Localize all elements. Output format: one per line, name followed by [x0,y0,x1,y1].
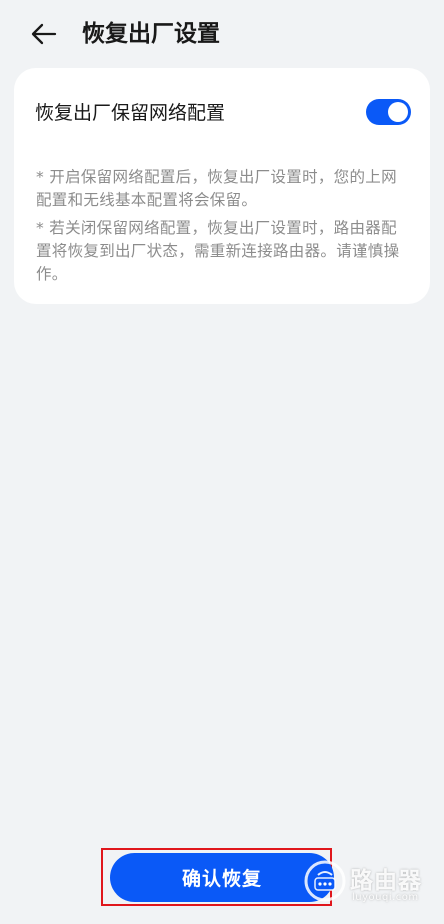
header: 恢复出厂设置 [0,0,444,68]
back-button[interactable] [24,14,64,54]
watermark-url: luyouqi.com [352,892,419,903]
keep-network-toggle[interactable] [366,99,411,125]
arrow-left-icon [31,23,57,45]
note-keep-off: * 若关闭保留网络配置，恢复出厂设置时，路由器配置将恢复到出厂状态，需重新连接路… [36,219,400,283]
keep-network-label: 恢复出厂保留网络配置 [35,102,226,124]
confirm-restore-button[interactable]: 确认恢复 [110,853,334,902]
toggle-knob [388,102,408,122]
watermark: 路由器 luyouqi.com [302,858,442,914]
page-title: 恢复出厂设置 [82,21,220,47]
note-keep-on: * 开启保留网络配置后，恢复出厂设置时，您的上网配置和无线基本配置将会保留。 [36,168,397,209]
settings-card: 恢复出厂保留网络配置 * 开启保留网络配置后，恢复出厂设置时，您的上网配置和无线… [14,68,430,304]
watermark-text: 路由器 [350,868,422,894]
router-logo-icon [304,860,346,902]
